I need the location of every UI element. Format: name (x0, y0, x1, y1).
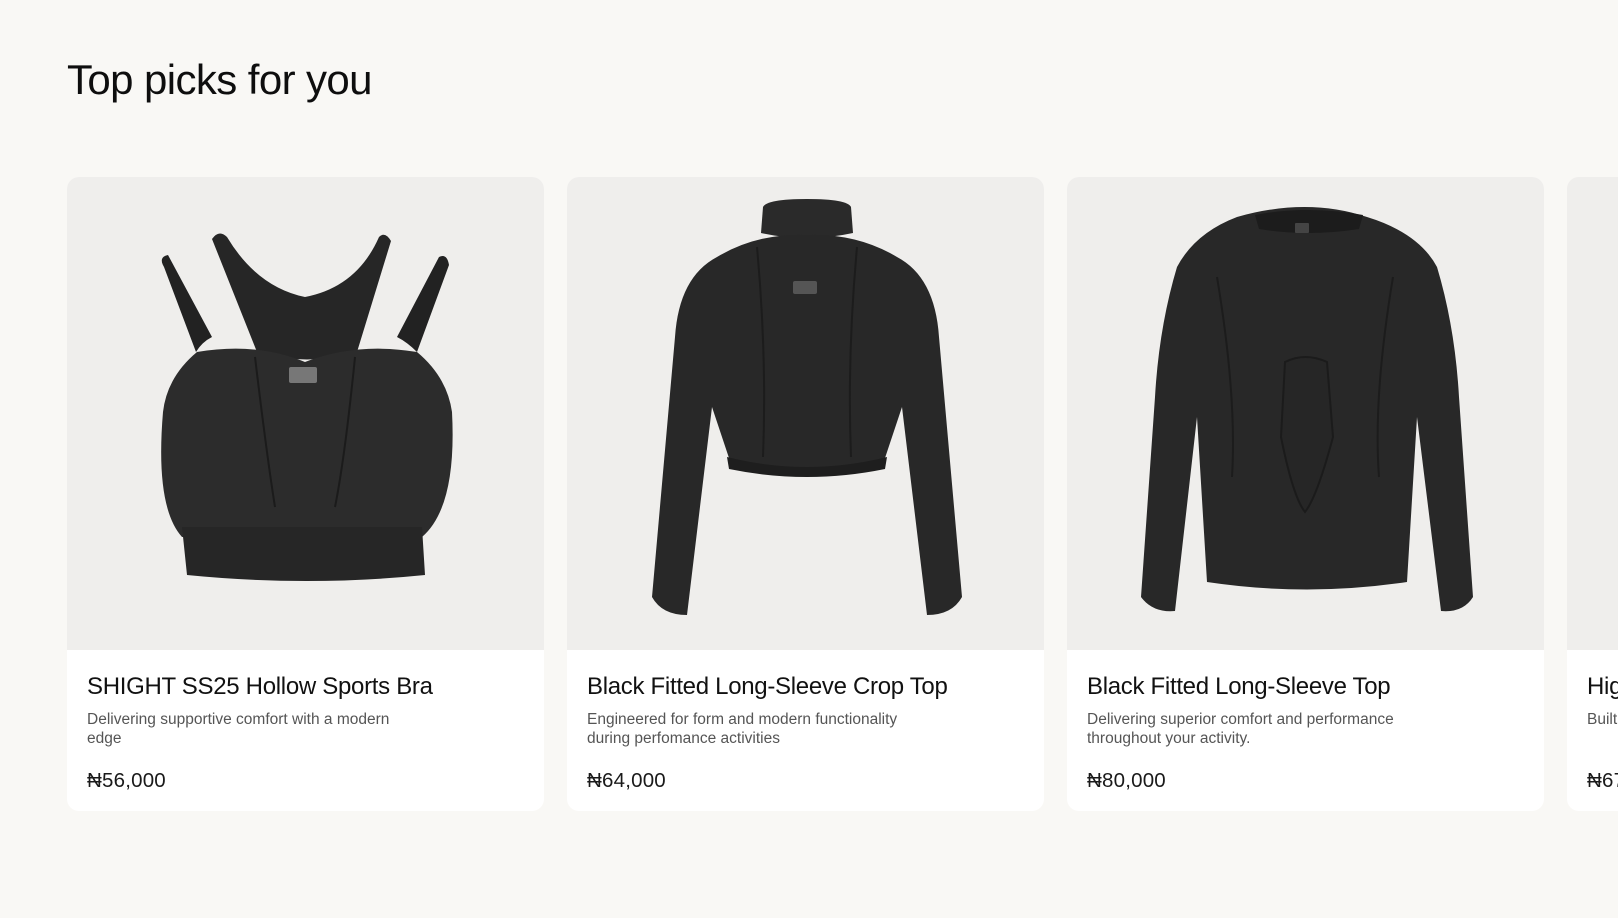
product-price: ₦64,000 (587, 769, 666, 792)
product-price: ₦56,000 (87, 769, 166, 792)
product-image[interactable] (1567, 177, 1618, 650)
product-carousel[interactable]: SHIGHT SS25 Hollow Sports Bra Delivering… (67, 177, 1618, 812)
product-image-icon (1567, 177, 1618, 650)
product-image[interactable] (567, 177, 1044, 650)
product-image[interactable] (67, 177, 544, 650)
product-description: Built work (1587, 711, 1618, 728)
product-title[interactable]: Black Fitted Long-Sleeve Top (1087, 672, 1524, 702)
section-title: Top picks for you (67, 56, 373, 103)
product-title[interactable]: Hig (1587, 672, 1618, 702)
product-price: ₦67 (1587, 769, 1618, 792)
product-card[interactable]: Hig Built work ₦67 (1567, 177, 1618, 811)
product-image[interactable] (1067, 177, 1544, 650)
product-description: Delivering superior comfort and performa… (1087, 711, 1394, 747)
product-title[interactable]: Black Fitted Long-Sleeve Crop Top (587, 672, 1024, 702)
product-price: ₦80,000 (1087, 769, 1166, 792)
product-title[interactable]: SHIGHT SS25 Hollow Sports Bra (87, 672, 524, 702)
product-description: Delivering supportive comfort with a mod… (87, 711, 390, 747)
carousel-track: SHIGHT SS25 Hollow Sports Bra Delivering… (67, 177, 1618, 811)
product-card[interactable]: SHIGHT SS25 Hollow Sports Bra Delivering… (67, 177, 544, 811)
product-card[interactable]: Black Fitted Long-Sleeve Crop Top Engine… (567, 177, 1044, 811)
product-description: Engineered for form and modern functiona… (587, 711, 898, 747)
product-card[interactable]: Black Fitted Long-Sleeve Top Delivering … (1067, 177, 1544, 811)
long-sleeve-top-icon (1141, 207, 1473, 612)
sports-bra-icon (161, 233, 453, 581)
crop-top-icon (652, 199, 962, 615)
